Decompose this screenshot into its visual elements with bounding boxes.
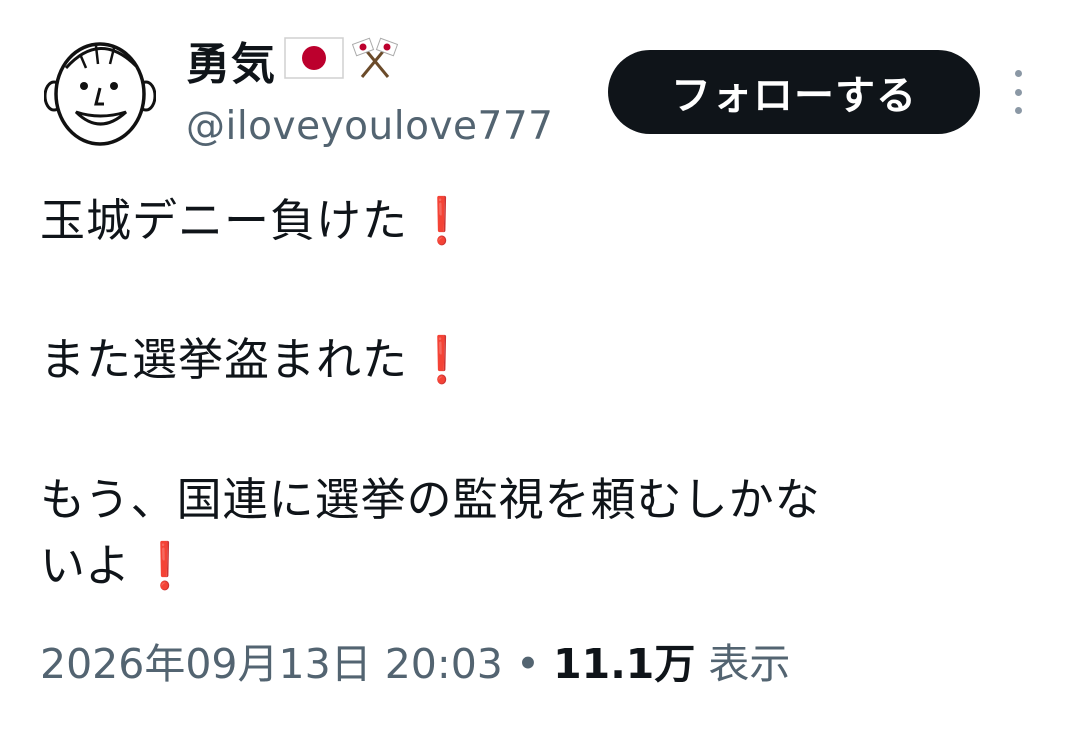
exclamation-icon: ❗ [416, 333, 469, 386]
tweet-text: また選挙盗まれた [40, 333, 409, 386]
tweet-text-line: いよ ❗ [40, 536, 194, 596]
tweet-text: もう、国連に選挙の監視を頼むしかな [40, 473, 821, 526]
views-count: 11.1万 [553, 640, 696, 688]
meta-separator: • [515, 640, 541, 688]
more-dot [1014, 88, 1022, 96]
crossed-flags-icon [351, 35, 399, 85]
tweet-text-line: また選挙盗まれた ❗ [40, 330, 471, 390]
timestamp[interactable]: 2026年09月13日 20:03 [40, 640, 503, 688]
tweet-text-line: 玉城デニー負けた ❗ [40, 191, 471, 251]
cartoon-face-avatar-icon [43, 42, 157, 146]
avatar[interactable] [43, 28, 157, 148]
more-dot [1014, 107, 1022, 114]
exclamation-icon: ❗ [139, 539, 192, 592]
display-name[interactable]: 勇気 [186, 28, 276, 92]
more-dot [1014, 70, 1022, 77]
tweet-text: 玉城デニー負けた [40, 194, 409, 247]
more-vertical-icon[interactable] [1006, 70, 1030, 114]
tweet-meta: 2026年09月13日 20:03 • 11.1万 表示 [40, 634, 790, 694]
views-label: 表示 [708, 640, 791, 688]
japan-flag-icon [284, 37, 344, 83]
exclamation-icon: ❗ [416, 194, 469, 247]
tweet-text: いよ [40, 539, 132, 592]
author-name-row[interactable]: 勇気 [186, 28, 399, 92]
user-handle[interactable]: @iloveyoulove777 [186, 104, 553, 149]
follow-button[interactable]: フォローする [608, 50, 980, 134]
tweet-text-line: もう、国連に選挙の監視を頼むしかな [40, 470, 821, 530]
